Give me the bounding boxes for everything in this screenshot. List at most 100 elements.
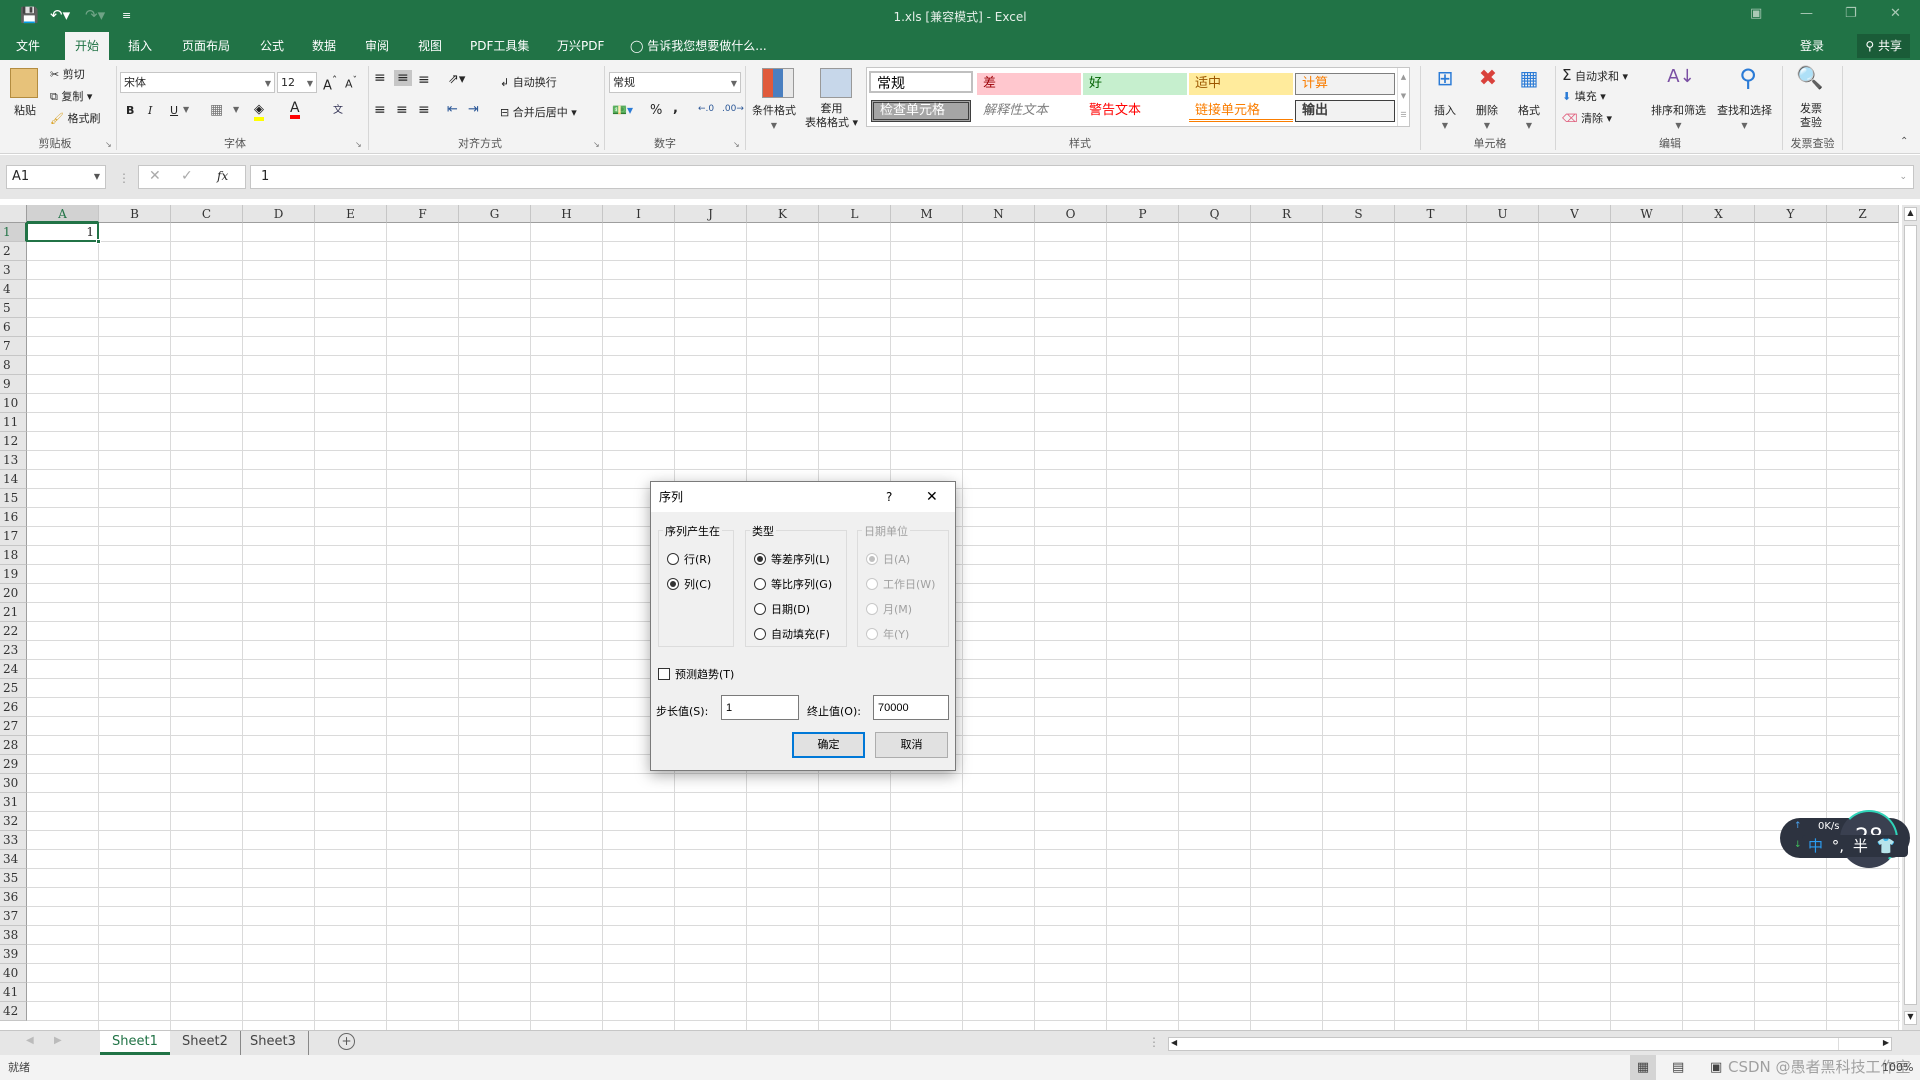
radio-year[interactable]: 年(Y) (866, 626, 909, 642)
ribbon-display-icon[interactable]: ▣ (1750, 6, 1762, 21)
row-header-3[interactable]: 3 (0, 261, 27, 280)
style-output[interactable]: 输出 (1295, 100, 1395, 122)
paste-icon[interactable] (10, 68, 38, 98)
bold-button[interactable]: B (126, 104, 134, 117)
restore-icon[interactable]: ❐ (1845, 6, 1857, 21)
row-header-22[interactable]: 22 (0, 622, 27, 641)
radio-date[interactable]: 日期(D) (754, 601, 810, 617)
cancel-button[interactable]: 取消 (875, 732, 948, 758)
column-header-u[interactable]: U (1467, 205, 1539, 223)
row-header-17[interactable]: 17 (0, 527, 27, 546)
invoice-check-button[interactable]: 发票 查验 (1800, 102, 1822, 130)
select-all-corner[interactable] (0, 205, 27, 223)
worksheet-grid[interactable]: A B C D E F G H I J K L M N O P Q R S T U V W X Y Z 1 2 3 4 5 6 7 8 9 10 11 1… (0, 205, 1920, 1030)
format-as-table-button[interactable]: 套用 表格格式 ▾ (805, 102, 858, 130)
tab-formulas[interactable]: 公式 (250, 32, 294, 60)
radio-columns[interactable]: 列(C) (667, 576, 711, 592)
row-header-25[interactable]: 25 (0, 679, 27, 698)
conditional-formatting-icon[interactable] (762, 68, 794, 98)
login-link[interactable]: 登录 (1800, 32, 1824, 60)
column-header-x[interactable]: X (1683, 205, 1755, 223)
name-box[interactable]: A1 ▼ (6, 165, 106, 189)
row-header-6[interactable]: 6 (0, 318, 27, 337)
align-left-icon[interactable]: ≡ (374, 102, 386, 118)
radio-growth[interactable]: 等比序列(G) (754, 576, 832, 592)
help-button[interactable]: ? (886, 482, 892, 512)
wrap-text-button[interactable]: ↲ 自动换行 (500, 74, 557, 90)
style-neutral[interactable]: 适中 (1189, 73, 1293, 95)
row-header-2[interactable]: 2 (0, 242, 27, 261)
enter-icon[interactable]: ✓ (181, 168, 193, 184)
cut-button[interactable]: ✂ 剪切 (50, 66, 85, 82)
row-header-33[interactable]: 33 (0, 831, 27, 850)
scroll-up-icon[interactable]: ▲ (1904, 207, 1917, 221)
font-size-select[interactable]: 12 ▼ (277, 72, 317, 93)
tab-split-handle[interactable]: ⋮ (1148, 1035, 1160, 1049)
sheet-tab-3[interactable]: Sheet3 (238, 1031, 309, 1055)
scroll-left-icon[interactable]: ◀ (1171, 1038, 1177, 1047)
comma-button[interactable]: , (673, 101, 678, 116)
fill-color-icon[interactable]: ◈ (254, 102, 264, 121)
column-header-b[interactable]: B (99, 205, 171, 223)
style-good[interactable]: 好 (1083, 73, 1187, 95)
align-bottom-icon[interactable]: ≡ (418, 72, 430, 88)
column-header-a[interactable]: A (27, 205, 99, 223)
delete-cells-button[interactable]: 删除 ▼ (1476, 102, 1498, 131)
column-header-k[interactable]: K (747, 205, 819, 223)
style-check-cell[interactable]: 检查单元格 (871, 100, 971, 122)
row-header-10[interactable]: 10 (0, 394, 27, 413)
row-header-24[interactable]: 24 (0, 660, 27, 679)
row-header-28[interactable]: 28 (0, 736, 27, 755)
vertical-scrollbar[interactable]: ▲ ▼ (1902, 205, 1920, 1030)
page-break-view-icon[interactable]: ▣ (1710, 1055, 1722, 1080)
row-header-11[interactable]: 11 (0, 413, 27, 432)
vertical-scroll-thumb[interactable] (1904, 225, 1917, 1005)
next-sheet-icon[interactable]: ▶ (54, 1035, 62, 1046)
row-header-8[interactable]: 8 (0, 356, 27, 375)
shrink-font-button[interactable]: Aˇ (345, 75, 357, 91)
trend-checkbox[interactable]: 预测趋势(T) (658, 666, 734, 682)
radio-month[interactable]: 月(M) (866, 601, 912, 617)
percent-button[interactable]: % (650, 103, 662, 118)
underline-button[interactable]: U (170, 104, 178, 117)
column-header-r[interactable]: R (1251, 205, 1323, 223)
add-sheet-icon[interactable]: + (338, 1033, 355, 1050)
align-center-icon[interactable]: ≡ (396, 102, 408, 118)
column-header-i[interactable]: I (603, 205, 675, 223)
normal-view-icon[interactable]: ▦ (1630, 1055, 1656, 1080)
row-header-26[interactable]: 26 (0, 698, 27, 717)
row-header-23[interactable]: 23 (0, 641, 27, 660)
insert-cells-button[interactable]: 插入 ▼ (1434, 102, 1456, 131)
copy-button[interactable]: ⧉ 复制 ▾ (50, 88, 92, 104)
row-header-38[interactable]: 38 (0, 926, 27, 945)
row-header-39[interactable]: 39 (0, 945, 27, 964)
style-bad[interactable]: 差 (977, 73, 1081, 95)
phonetic-icon[interactable]: 文 (333, 101, 343, 116)
sheet-tab-1[interactable]: Sheet1 (100, 1031, 170, 1055)
tab-data[interactable]: 数据 (302, 32, 346, 60)
column-header-w[interactable]: W (1611, 205, 1683, 223)
row-header-37[interactable]: 37 (0, 907, 27, 926)
row-header-7[interactable]: 7 (0, 337, 27, 356)
column-header-m[interactable]: M (891, 205, 963, 223)
cancel-icon[interactable]: ✕ (149, 168, 161, 184)
insert-cells-icon[interactable]: ⊞ (1432, 66, 1458, 96)
invoice-check-icon[interactable]: 🔍 (1795, 66, 1825, 96)
row-header-41[interactable]: 41 (0, 983, 27, 1002)
row-header-32[interactable]: 32 (0, 812, 27, 831)
zoom-level[interactable]: 100% (1882, 1055, 1913, 1080)
style-explanatory[interactable]: 解释性文本 (977, 100, 1081, 122)
row-header-21[interactable]: 21 (0, 603, 27, 622)
column-header-h[interactable]: H (531, 205, 603, 223)
row-header-20[interactable]: 20 (0, 584, 27, 603)
row-header-31[interactable]: 31 (0, 793, 27, 812)
skin-icon[interactable]: 👕 (1877, 837, 1896, 855)
prev-sheet-icon[interactable]: ◀ (26, 1035, 34, 1046)
row-header-27[interactable]: 27 (0, 717, 27, 736)
format-cells-button[interactable]: 格式 ▼ (1518, 102, 1540, 131)
fill-handle[interactable] (96, 239, 101, 244)
radio-day[interactable]: 日(A) (866, 551, 910, 567)
column-header-v[interactable]: V (1539, 205, 1611, 223)
row-header-18[interactable]: 18 (0, 546, 27, 565)
row-header-35[interactable]: 35 (0, 869, 27, 888)
